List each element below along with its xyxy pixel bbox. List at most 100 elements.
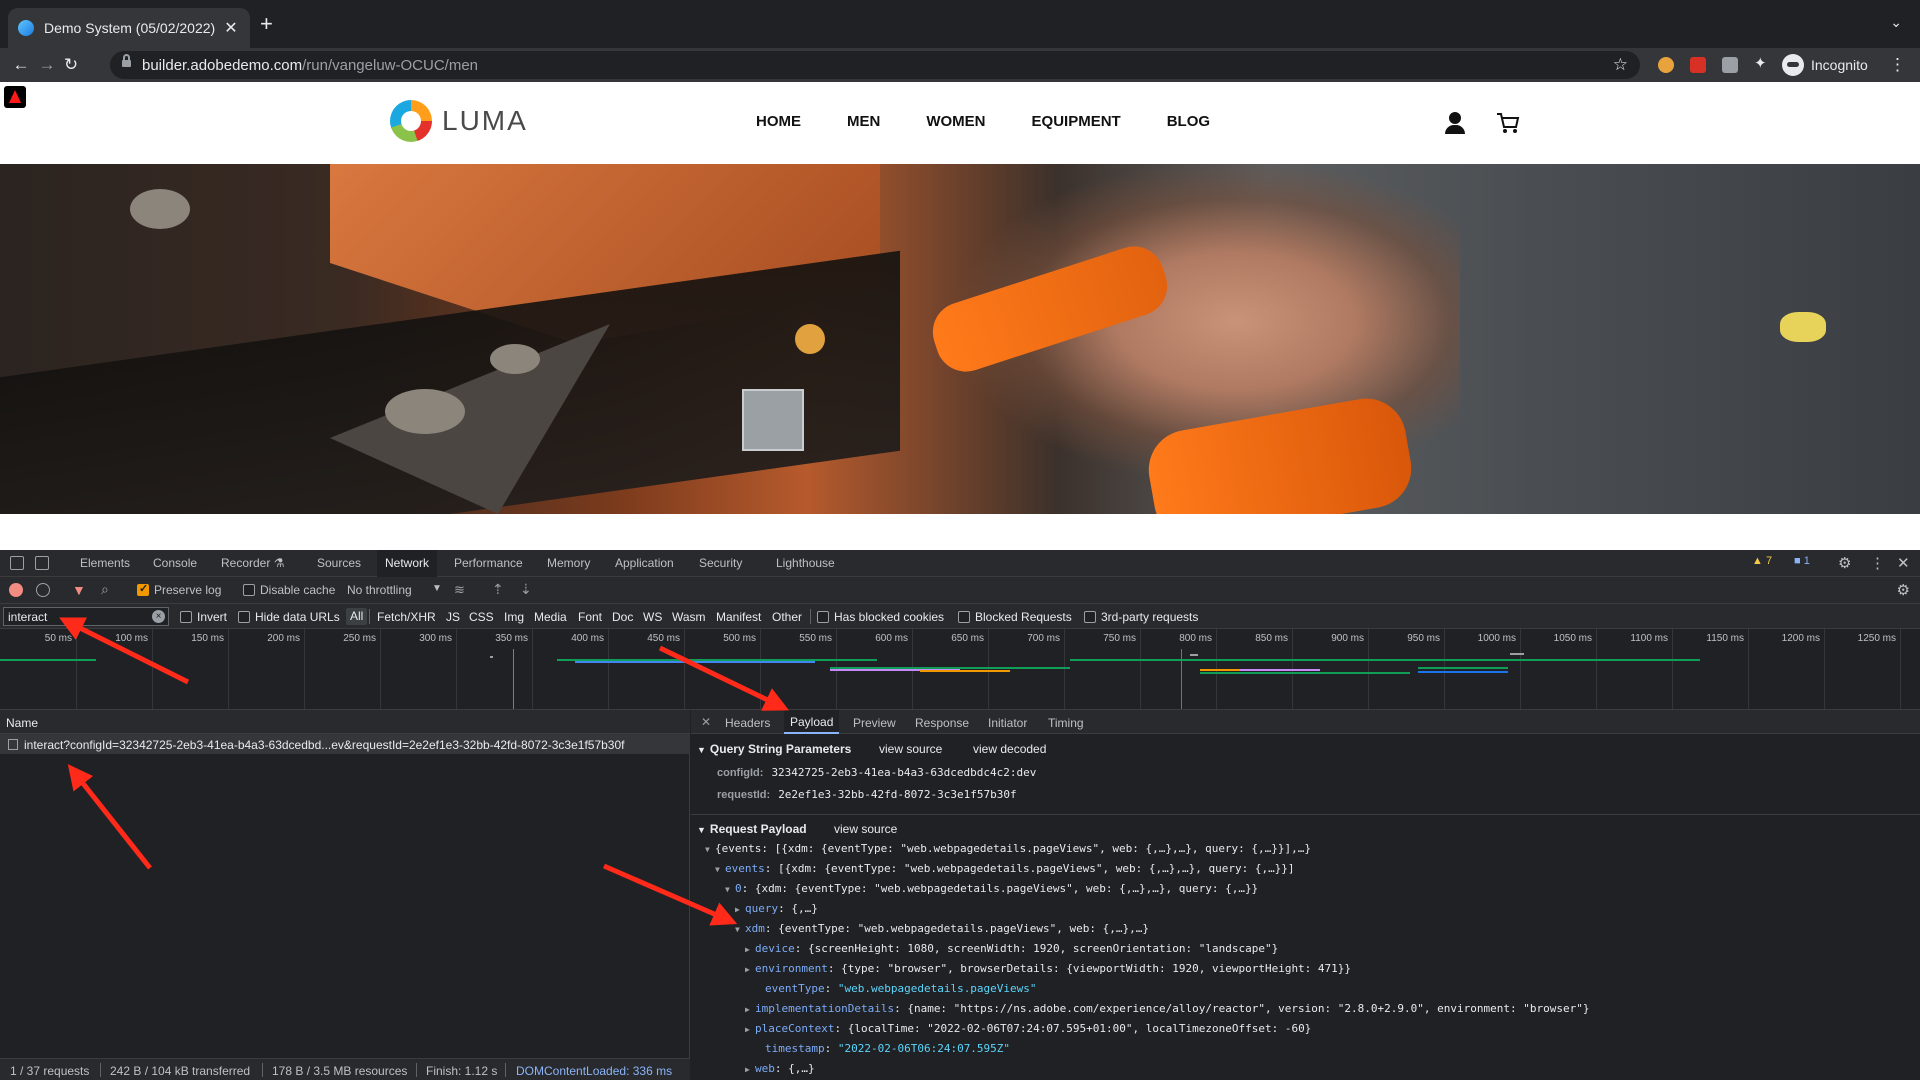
tab-sources[interactable]: Sources bbox=[317, 556, 361, 570]
reload-button[interactable]: ↻ bbox=[60, 54, 82, 76]
more-options-icon[interactable]: ⋮ bbox=[1870, 554, 1885, 572]
tab-lighthouse[interactable]: Lighthouse bbox=[776, 556, 835, 570]
blocked-cookies-checkbox[interactable]: Has blocked cookies bbox=[817, 610, 944, 624]
filter-type-ws[interactable]: WS bbox=[643, 610, 662, 624]
filter-type-other[interactable]: Other bbox=[772, 610, 802, 624]
tab-preview[interactable]: Preview bbox=[853, 716, 896, 730]
view-source-link[interactable]: view source bbox=[834, 822, 897, 836]
network-overview-timeline[interactable]: 50 ms 100 ms 150 ms 200 ms 250 ms 300 ms 350 m… bbox=[0, 629, 1920, 710]
warnings-badge[interactable]: ▲ 7 bbox=[1752, 555, 1772, 567]
close-devtools-icon[interactable]: ✕ bbox=[1897, 554, 1910, 572]
filter-type-fetch[interactable]: Fetch/XHR bbox=[377, 610, 436, 624]
incognito-profile[interactable]: Incognito bbox=[1782, 53, 1868, 77]
third-party-checkbox[interactable]: 3rd-party requests bbox=[1084, 610, 1198, 624]
puzzle-extensions-icon[interactable]: ✦ bbox=[1754, 54, 1770, 72]
export-har-icon[interactable]: ⇣ bbox=[520, 581, 532, 598]
tab-initiator[interactable]: Initiator bbox=[988, 716, 1027, 730]
record-icon[interactable] bbox=[9, 583, 23, 597]
divider bbox=[416, 1063, 417, 1077]
forward-button[interactable]: → bbox=[36, 54, 58, 76]
adobe-extension-icon[interactable] bbox=[1690, 57, 1706, 73]
import-har-icon[interactable]: ⇡ bbox=[492, 581, 504, 598]
view-decoded-link[interactable]: view decoded bbox=[973, 742, 1046, 756]
inspect-element-icon[interactable] bbox=[10, 556, 24, 570]
payload-tree-line[interactable]: ▶ query: {,…} bbox=[735, 902, 818, 915]
disable-cache-checkbox[interactable]: Disable cache bbox=[243, 583, 335, 597]
payload-tree-line[interactable]: ▼ {events: [{xdm: {eventType: "web.webpag… bbox=[705, 842, 1311, 855]
close-detail-icon[interactable]: ✕ bbox=[701, 715, 711, 729]
cookie-extension-icon[interactable] bbox=[1658, 57, 1674, 73]
bookmark-star-icon[interactable]: ☆ bbox=[1613, 55, 1628, 75]
filter-type-all[interactable]: All bbox=[346, 608, 368, 625]
invert-checkbox[interactable]: Invert bbox=[180, 610, 227, 624]
filter-type-css[interactable]: CSS bbox=[469, 610, 494, 624]
payload-tree-line[interactable]: ▼ 0: {xdm: {eventType: "web.webpagedetail… bbox=[725, 882, 1258, 895]
filter-type-js[interactable]: JS bbox=[446, 610, 460, 624]
payload-tree-line[interactable]: ▶ device: {screenHeight: 1080, screenWidt… bbox=[745, 942, 1278, 955]
search-icon[interactable]: ⌕ bbox=[101, 581, 109, 598]
table-row[interactable]: interact?configId=32342725-2eb3-41ea-b4a… bbox=[0, 734, 690, 754]
cart-icon[interactable] bbox=[1496, 112, 1520, 134]
request-payload-header[interactable]: ▼ Request Payload bbox=[697, 822, 807, 836]
name-column-header[interactable]: Name bbox=[0, 710, 690, 734]
new-tab-button[interactable]: + bbox=[260, 12, 273, 36]
tab-headers[interactable]: Headers bbox=[725, 716, 770, 730]
filter-icon[interactable]: ▼ bbox=[72, 582, 86, 598]
timeline-tick-label: 800 ms bbox=[1179, 633, 1212, 644]
tab-timing[interactable]: Timing bbox=[1048, 716, 1084, 730]
query-string-header[interactable]: ▼ Query String Parameters bbox=[697, 742, 851, 756]
filter-input[interactable] bbox=[3, 607, 169, 626]
network-settings-icon[interactable]: ⚙ bbox=[1897, 581, 1910, 599]
filter-type-manifest[interactable]: Manifest bbox=[716, 610, 761, 624]
browser-menu-icon[interactable]: ⋮ bbox=[1889, 55, 1906, 75]
tab-memory[interactable]: Memory bbox=[547, 556, 590, 570]
network-conditions-icon[interactable]: ≋ bbox=[454, 582, 465, 598]
settings-gear-icon[interactable]: ⚙ bbox=[1838, 554, 1851, 572]
adobe-launch-icon[interactable] bbox=[4, 86, 26, 108]
payload-tree-line[interactable]: ▼ xdm: {eventType: "web.webpagedetails.pa… bbox=[735, 922, 1149, 935]
tab-performance[interactable]: Performance bbox=[454, 556, 523, 570]
account-icon[interactable] bbox=[1444, 112, 1466, 134]
throttling-select[interactable]: No throttling bbox=[347, 583, 412, 597]
nav-blog[interactable]: BLOG bbox=[1167, 113, 1210, 130]
payload-tree-line[interactable]: ▶ implementationDetails: {name: "https://… bbox=[745, 1002, 1589, 1015]
address-bar[interactable]: builder.adobedemo.com/run/vangeluw-OCUC/… bbox=[110, 51, 1640, 79]
messages-badge[interactable]: ■ 1 bbox=[1794, 555, 1810, 567]
tab-network[interactable]: Network bbox=[377, 550, 438, 577]
browser-tab[interactable]: Demo System (05/02/2022) ✕ bbox=[8, 8, 250, 48]
device-toolbar-icon[interactable] bbox=[35, 556, 49, 570]
payload-tree-line[interactable]: ▼ events: [{xdm: {eventType: "web.webpage… bbox=[715, 862, 1295, 875]
blocked-requests-checkbox[interactable]: Blocked Requests bbox=[958, 610, 1072, 624]
throttle-dropdown-icon[interactable]: ▼ bbox=[432, 583, 442, 594]
filter-type-media[interactable]: Media bbox=[534, 610, 567, 624]
filter-type-doc[interactable]: Doc bbox=[612, 610, 633, 624]
tab-recorder[interactable]: Recorder ⚗ bbox=[221, 556, 284, 570]
filter-type-img[interactable]: Img bbox=[504, 610, 524, 624]
tab-elements[interactable]: Elements bbox=[80, 556, 130, 570]
view-source-link[interactable]: view source bbox=[879, 742, 942, 756]
luma-logo[interactable]: LUMA bbox=[390, 100, 528, 142]
clear-filter-icon[interactable]: × bbox=[152, 610, 165, 623]
tab-response[interactable]: Response bbox=[915, 716, 969, 730]
filter-type-wasm[interactable]: Wasm bbox=[672, 610, 706, 624]
hide-data-urls-checkbox[interactable]: Hide data URLs bbox=[238, 610, 340, 624]
preserve-log-checkbox[interactable]: Preserve log bbox=[137, 582, 221, 597]
payload-tree-line[interactable]: ▶ web: {,…} bbox=[745, 1062, 815, 1075]
tab-search-icon[interactable]: ⌄ bbox=[1890, 14, 1902, 31]
payload-tree-line[interactable]: ▶ placeContext: {localTime: "2022-02-06T0… bbox=[745, 1022, 1311, 1035]
payload-tree-line[interactable]: ▶ environment: {type: "browser", browserD… bbox=[745, 962, 1351, 975]
extension-icon[interactable] bbox=[1722, 57, 1738, 73]
back-button[interactable]: ← bbox=[10, 54, 32, 76]
nav-men[interactable]: MEN bbox=[847, 113, 880, 130]
tab-payload[interactable]: Payload bbox=[784, 710, 840, 734]
nav-home[interactable]: HOME bbox=[756, 113, 801, 130]
close-tab-icon[interactable]: ✕ bbox=[222, 18, 240, 38]
tab-application[interactable]: Application bbox=[615, 556, 674, 570]
incognito-icon bbox=[1782, 54, 1804, 76]
filter-type-font[interactable]: Font bbox=[578, 610, 602, 624]
nav-equipment[interactable]: EQUIPMENT bbox=[1032, 113, 1121, 130]
nav-women[interactable]: WOMEN bbox=[926, 113, 985, 130]
tab-console[interactable]: Console bbox=[153, 556, 197, 570]
clear-icon[interactable] bbox=[36, 583, 50, 597]
tab-security[interactable]: Security bbox=[699, 556, 742, 570]
